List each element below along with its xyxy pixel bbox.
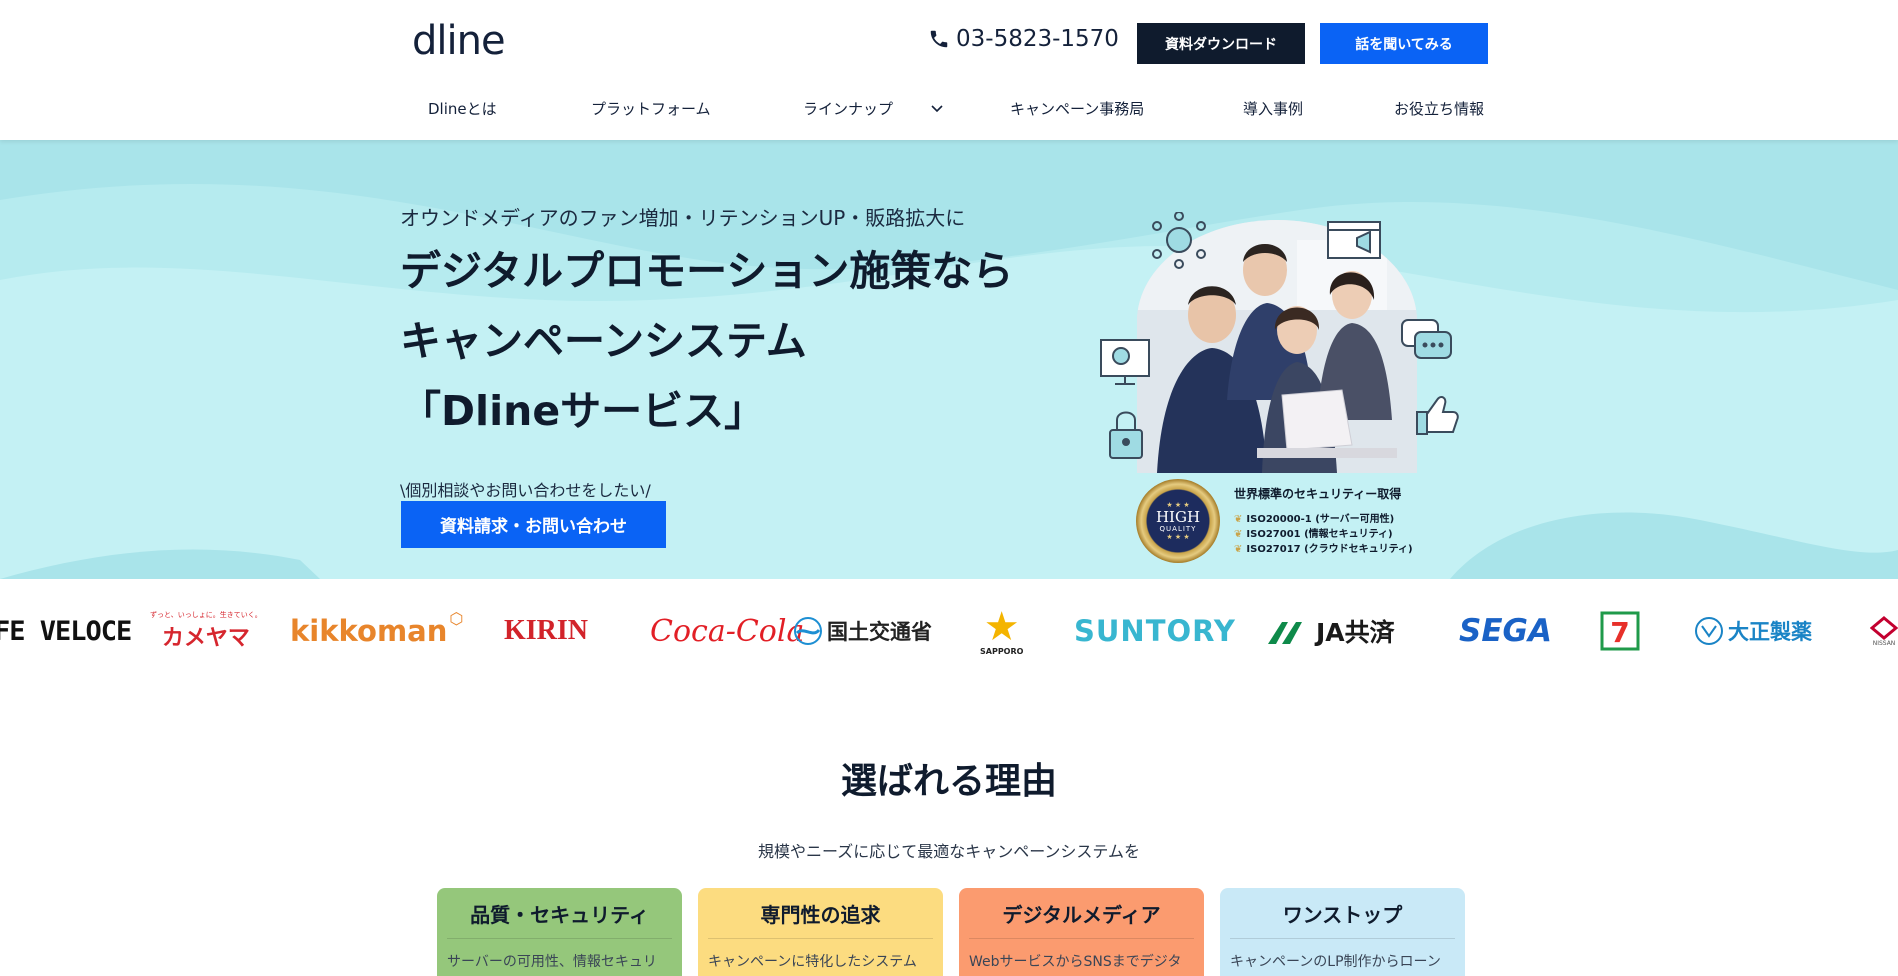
logo-kirin: KIRIN	[504, 615, 589, 646]
chevron-down-icon[interactable]	[930, 102, 944, 116]
logo-coca-cola: Coca-Cola	[650, 613, 805, 649]
logo-mlit: 国土交通省	[793, 579, 932, 683]
logo-kikkoman: kikkoman ⬡	[290, 608, 464, 649]
taisho-eagle-icon	[1695, 617, 1723, 645]
logo-seven-eleven: 7	[1598, 579, 1642, 683]
logo-ja-kyosai: JA共済	[1268, 579, 1395, 683]
logo-taisho: 大正製薬	[1694, 579, 1812, 683]
chat-icon	[1401, 319, 1452, 359]
reason-card-title: ワンストップ	[1282, 902, 1403, 927]
security-item: ❦ ISO20000-1 (サーバー可用性)	[1234, 514, 1395, 525]
reason-card-text: サーバーの可用性、情報セキュリ	[447, 954, 657, 970]
logo-veloce: FE VELOCE	[0, 615, 132, 647]
nav-item-campaign-office[interactable]: キャンペーン事務局	[1010, 98, 1144, 119]
reasons-title: 選ばれる理由	[840, 761, 1057, 802]
hero-title-line-3: 「Dlineサービス」	[400, 387, 766, 435]
hero-title-line-2: キャンペーンシステム	[400, 317, 807, 365]
site-header: dline 03-5823-1570 資料ダウンロード 話を聞いてみる Dlin…	[0, 0, 1898, 140]
hero-title-line-1: デジタルプロモーション施策なら	[400, 247, 1014, 295]
settings-monitor-icon	[1100, 339, 1150, 385]
logo-sega: SEGA	[1459, 613, 1552, 649]
nav-item-resources[interactable]: お役立ち情報	[1394, 98, 1484, 119]
client-logos-strip: FE VELOCE ずっと、いっしょに。生きていく。 カメヤマ kikkoman…	[0, 579, 1898, 683]
nav-item-about[interactable]: Dlineとは	[428, 98, 497, 119]
nav-item-cases[interactable]: 導入事例	[1243, 98, 1303, 119]
reason-card-title: デジタルメディア	[1002, 902, 1161, 927]
reason-card-one-stop[interactable]: ワンストップ キャンペーンのLP制作からローン	[1220, 888, 1465, 976]
laurel-icon: ❦	[1234, 514, 1243, 525]
reason-card-title: 品質・セキュリティ	[470, 902, 649, 927]
ja-leaf-icon	[1268, 622, 1302, 644]
star-icon: ★	[983, 603, 1020, 650]
logo-suntory: SUNTORY	[1074, 614, 1236, 648]
logo-kameyama: ずっと、いっしょに。生きていく。 カメヤマ	[150, 611, 262, 651]
phone-number[interactable]: 03-5823-1570	[928, 26, 1119, 52]
reason-card-digital-media[interactable]: デジタルメディア WebサービスからSNSまでデジタ	[959, 888, 1204, 976]
reason-card-expertise[interactable]: 専門性の追求 キャンペーンに特化したシステム	[698, 888, 943, 976]
high-quality-badge: ★ ★ ★ HIGH QUALITY ★ ★ ★	[1136, 479, 1220, 563]
reason-card-quality[interactable]: 品質・セキュリティ サーバーの可用性、情報セキュリ	[437, 888, 682, 976]
contact-request-button[interactable]: 資料請求・お問い合わせ	[401, 501, 666, 548]
seven-eleven-icon: 7	[1600, 611, 1640, 651]
svg-text:7: 7	[1610, 616, 1629, 649]
reason-card-title: 専門性の追求	[760, 902, 881, 927]
network-icon	[1152, 212, 1206, 269]
phone-number-text: 03-5823-1570	[956, 26, 1119, 52]
nav-item-lineup[interactable]: ラインナップ	[803, 98, 893, 119]
security-item: ❦ ISO27001 (情報セキュリティ)	[1234, 529, 1393, 540]
nav-item-platform[interactable]: プラットフォーム	[591, 98, 711, 119]
reason-card-text: キャンペーンのLP制作からローン	[1230, 954, 1441, 970]
laurel-icon: ❦	[1234, 529, 1243, 540]
megaphone-icon	[1327, 221, 1381, 259]
hero-title: デジタルプロモーション施策なら キャンペーンシステム 「Dlineサービス」	[400, 236, 1013, 446]
talk-button[interactable]: 話を聞いてみる	[1320, 23, 1488, 64]
hero-cta-note: \個別相談やお問い合わせをしたい/	[400, 481, 651, 500]
download-materials-button[interactable]: 資料ダウンロード	[1137, 23, 1305, 64]
laurel-icon: ❦	[1234, 544, 1243, 555]
hero-subtitle: オウンドメディアのファン増加・リテンションUP・販路拡大に	[400, 206, 966, 230]
lock-icon	[1109, 411, 1143, 459]
site-logo[interactable]: dline	[412, 18, 506, 64]
logo-sapporo: ★ SAPPORO	[980, 603, 1024, 656]
reasons-subtitle: 規模やニーズに応じて最適なキャンペーンシステムを	[758, 842, 1140, 861]
mlit-wave-icon	[794, 617, 822, 645]
security-heading: 世界標準のセキュリティー取得	[1234, 487, 1402, 501]
main-nav: Dlineとは プラットフォーム ラインナップ キャンペーン事務局 導入事例 お…	[0, 98, 1898, 122]
security-item: ❦ ISO27017 (クラウドセキュリティ)	[1234, 544, 1413, 555]
hero-section: オウンドメディアのファン増加・リテンションUP・販路拡大に デジタルプロモーショ…	[0, 140, 1898, 579]
thumbs-up-icon	[1416, 396, 1459, 435]
nissan-icon	[1870, 615, 1898, 640]
kikkoman-hex-icon: ⬡	[449, 608, 464, 628]
phone-icon	[930, 30, 948, 48]
reason-card-text: WebサービスからSNSまでデジタ	[969, 954, 1182, 970]
reason-card-text: キャンペーンに特化したシステム	[708, 954, 917, 970]
logo-nissan: NISSAN	[1870, 579, 1898, 683]
